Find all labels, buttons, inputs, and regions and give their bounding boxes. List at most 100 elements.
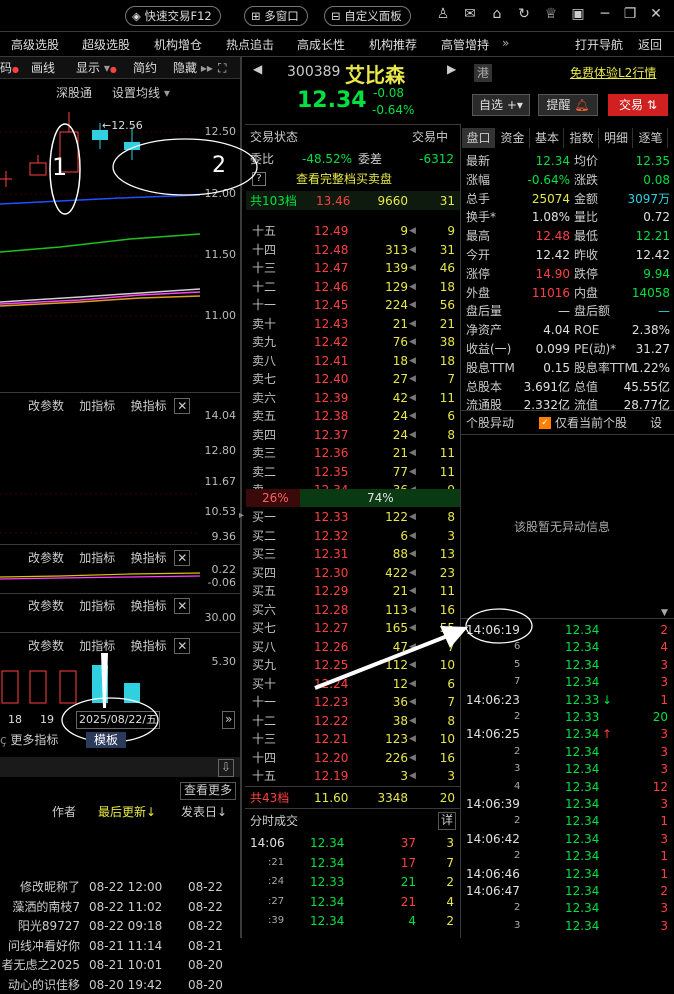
- fullscreen-icon[interactable]: ⛶: [218, 59, 226, 77]
- custom-panel-button[interactable]: ⊟ 自定义面板: [324, 6, 411, 26]
- close-icon[interactable]: ✕: [648, 6, 664, 22]
- hk-badge[interactable]: 港: [474, 64, 492, 82]
- open-nav-button[interactable]: 打开导航: [575, 36, 623, 53]
- order-row[interactable]: 十二 12.46 129 ◀ 18: [246, 278, 460, 296]
- news-row[interactable]: 阳光89727 08-22 09:18 08-22: [0, 917, 240, 935]
- order-row[interactable]: 卖十 12.43 21 ◀ 21: [246, 315, 460, 333]
- ticks-detail-button[interactable]: 详: [438, 812, 457, 830]
- splitter-handle-icon[interactable]: ▸: [239, 510, 244, 521]
- order-row[interactable]: 十二 12.22 38 ◀ 8: [246, 712, 460, 730]
- line-draw-button[interactable]: 画线: [31, 59, 55, 77]
- menu-item[interactable]: 机构增仓: [154, 36, 202, 53]
- shirt-icon[interactable]: ♕: [543, 6, 559, 22]
- trade-button[interactable]: 交易 ⇅: [608, 94, 668, 116]
- only-current-label[interactable]: 仅看当前个股: [555, 414, 627, 432]
- template-tab[interactable]: 模板: [86, 732, 126, 748]
- order-row[interactable]: 十三 12.21 123 ◀ 10: [246, 730, 460, 748]
- change-params-button[interactable]: 改参数: [28, 551, 64, 565]
- menu-item[interactable]: 高成长性: [297, 36, 345, 53]
- menu-item[interactable]: 超级选股: [82, 36, 130, 53]
- restore-icon[interactable]: ❐: [622, 6, 638, 22]
- menu-item[interactable]: 高级选股: [11, 36, 59, 53]
- quote-tab[interactable]: 基本: [531, 128, 564, 148]
- refresh-icon[interactable]: ↻: [516, 6, 532, 22]
- mail-icon[interactable]: ✉: [462, 6, 478, 22]
- menu-item[interactable]: 热点追击: [226, 36, 274, 53]
- close-icon[interactable]: ✕: [174, 638, 191, 654]
- news-row[interactable]: 者无虑之2025 08-21 10:01 08-20: [0, 956, 240, 974]
- user-icon[interactable]: ♙: [435, 6, 451, 22]
- order-row[interactable]: 十四 12.20 226 ◀ 16: [246, 749, 460, 767]
- home-icon[interactable]: ⌂: [489, 6, 505, 22]
- menu-more[interactable]: »: [502, 36, 509, 50]
- order-row[interactable]: 买一 12.33 122 ◀ 8: [246, 508, 460, 526]
- quote-tab[interactable]: 盘口: [462, 128, 495, 148]
- anomaly-settings-button[interactable]: 设: [650, 414, 662, 432]
- quote-tab[interactable]: 资金: [497, 128, 530, 148]
- order-row[interactable]: 十五 12.49 9 ◀ 9: [246, 222, 460, 240]
- scroll-right-icon[interactable]: »: [222, 711, 236, 729]
- news-row[interactable]: 动心的识佳移 08-20 19:42 08-20: [0, 976, 240, 994]
- order-row[interactable]: 十四 12.48 313 ◀ 31: [246, 241, 460, 259]
- order-row[interactable]: 十三 12.47 139 ◀ 46: [246, 259, 460, 277]
- add-indicator-button[interactable]: 加指标: [79, 639, 115, 653]
- news-row[interactable]: 藻洒的南枝7 08-22 11:02 08-22: [0, 898, 240, 916]
- view-more-button[interactable]: 查看更多: [180, 782, 237, 800]
- hide-button[interactable]: 隐藏 ▸▸: [173, 59, 213, 77]
- order-row[interactable]: 卖七 12.40 27 ◀ 7: [246, 370, 460, 388]
- quote-tab[interactable]: 逐笔: [635, 128, 668, 148]
- order-row[interactable]: 卖六 12.39 42 ◀ 11: [246, 389, 460, 407]
- order-row[interactable]: 买二 12.32 6 ◀ 3: [246, 527, 460, 545]
- switch-indicator-button[interactable]: 换指标: [131, 599, 167, 613]
- quick-trade-button[interactable]: ◈ 快速交易F12: [125, 6, 221, 26]
- menu-item[interactable]: 机构推荐: [369, 36, 417, 53]
- order-row[interactable]: 卖九 12.42 76 ◀ 38: [246, 333, 460, 351]
- order-row[interactable]: 十五 12.19 3 ◀ 3: [246, 767, 460, 785]
- self-select-button[interactable]: 自选 +▾: [472, 94, 530, 116]
- col-posted[interactable]: 发表日↓: [181, 803, 227, 821]
- order-row[interactable]: 卖三 12.36 21 ◀ 11: [246, 444, 460, 462]
- news-row[interactable]: 问线冲看好你 08-21 11:14 08-21: [0, 937, 240, 955]
- settings-icon[interactable]: ▣: [570, 6, 586, 22]
- next-stock-icon[interactable]: ▶: [447, 62, 456, 76]
- simple-button[interactable]: 简约: [133, 59, 157, 77]
- display-button[interactable]: 显示 ▾●: [76, 59, 117, 77]
- menu-item[interactable]: 高管增持: [441, 36, 489, 53]
- switch-indicator-button[interactable]: 换指标: [131, 639, 167, 653]
- prev-stock-icon[interactable]: ◀: [253, 62, 262, 76]
- add-indicator-button[interactable]: 加指标: [79, 399, 115, 413]
- collapse-icon[interactable]: ⇩: [218, 759, 235, 777]
- change-params-button[interactable]: 改参数: [28, 399, 64, 413]
- only-current-checkbox[interactable]: ✓: [539, 417, 551, 429]
- close-icon[interactable]: ✕: [174, 598, 191, 614]
- order-row[interactable]: 卖五 12.38 24 ◀ 6: [246, 407, 460, 425]
- order-row[interactable]: 买四 12.30 422 ◀ 23: [246, 564, 460, 582]
- switch-indicator-button[interactable]: 换指标: [131, 399, 167, 413]
- add-indicator-button[interactable]: 加指标: [79, 551, 115, 565]
- close-icon[interactable]: ✕: [174, 398, 191, 414]
- multi-window-button[interactable]: ⊞ 多窗口: [244, 6, 308, 26]
- quote-tab[interactable]: 指数: [566, 128, 599, 148]
- col-last-updated[interactable]: 最后更新↓: [98, 803, 156, 821]
- l2-trial-link[interactable]: 免费体验L2行情: [570, 64, 656, 81]
- remind-button[interactable]: 提醒 🔔︎: [538, 94, 598, 116]
- change-params-button[interactable]: 改参数: [28, 639, 64, 653]
- view-full-book-link[interactable]: 查看完整档买卖盘: [296, 170, 392, 188]
- code-label[interactable]: 码●: [0, 59, 19, 77]
- change-params-button[interactable]: 改参数: [28, 599, 64, 613]
- quote-tab[interactable]: 明细: [600, 128, 633, 148]
- order-row[interactable]: 卖八 12.41 18 ◀ 18: [246, 352, 460, 370]
- switch-indicator-button[interactable]: 换指标: [131, 551, 167, 565]
- order-row[interactable]: 十一 12.45 224 ◀ 56: [246, 296, 460, 314]
- order-row[interactable]: 买三 12.31 88 ◀ 13: [246, 545, 460, 563]
- order-row[interactable]: 卖二 12.35 77 ◀ 11: [246, 463, 460, 481]
- minimize-icon[interactable]: ─: [597, 6, 613, 22]
- scroll-down-icon[interactable]: ▼: [661, 608, 668, 618]
- order-row[interactable]: 卖四 12.37 24 ◀ 8: [246, 426, 460, 444]
- order-row[interactable]: 买五 12.29 21 ◀ 11: [246, 582, 460, 600]
- col-author[interactable]: 作者: [52, 803, 76, 821]
- close-icon[interactable]: ✕: [174, 550, 191, 566]
- more-indicators-tab[interactable]: 更多指标: [10, 733, 58, 747]
- back-button[interactable]: 返回: [638, 36, 662, 53]
- add-indicator-button[interactable]: 加指标: [79, 599, 115, 613]
